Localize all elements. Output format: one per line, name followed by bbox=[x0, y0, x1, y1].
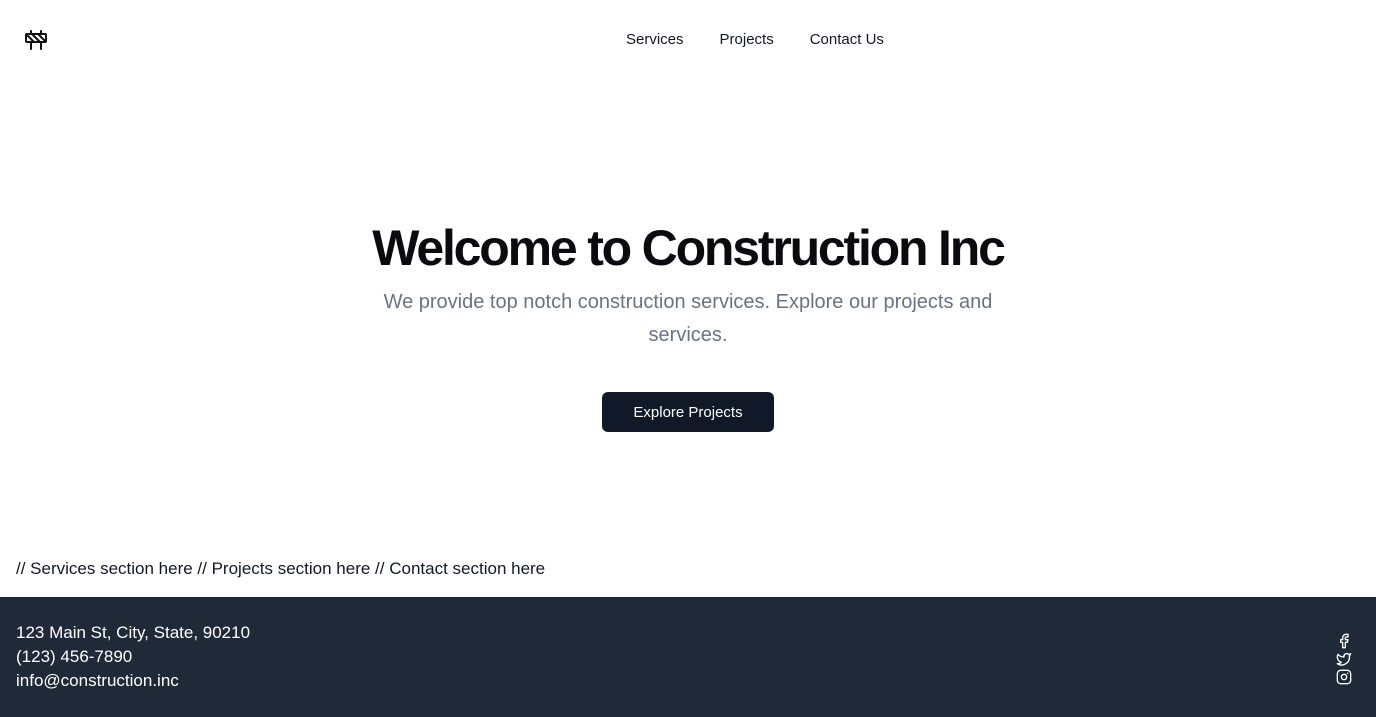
hero-section: Welcome to Construction Inc We provide t… bbox=[0, 218, 1376, 432]
hero-subtitle: We provide top notch construction servic… bbox=[383, 291, 993, 346]
footer-email: info@construction.inc bbox=[16, 671, 179, 690]
nav-link-projects[interactable]: Projects bbox=[720, 30, 774, 50]
nav-link-contact-us[interactable]: Contact Us bbox=[810, 30, 884, 50]
construction-barrier-icon[interactable] bbox=[24, 28, 48, 52]
hero-title: Welcome to Construction Inc bbox=[372, 220, 1006, 276]
page: Services Projects Contact Us Welcome to … bbox=[0, 0, 1376, 717]
footer-address: 123 Main St, City, State, 90210 bbox=[16, 623, 251, 642]
explore-projects-button[interactable]: Explore Projects bbox=[602, 392, 774, 432]
twitter-icon[interactable] bbox=[1336, 651, 1352, 667]
social-links bbox=[1336, 633, 1352, 685]
main-nav: Services Projects Contact Us bbox=[626, 30, 884, 50]
site-footer: 123 Main St, City, State, 90210 (123) 45… bbox=[0, 597, 1376, 717]
instagram-icon[interactable] bbox=[1336, 669, 1352, 685]
sections-placeholder-text: // Services section here // Projects sec… bbox=[16, 559, 546, 578]
facebook-icon[interactable] bbox=[1336, 633, 1352, 649]
footer-phone: (123) 456-7890 bbox=[16, 647, 133, 666]
site-header: Services Projects Contact Us bbox=[0, 0, 1376, 80]
footer-contact-info: 123 Main St, City, State, 90210 (123) 45… bbox=[16, 621, 250, 693]
nav-link-services[interactable]: Services bbox=[626, 30, 684, 50]
